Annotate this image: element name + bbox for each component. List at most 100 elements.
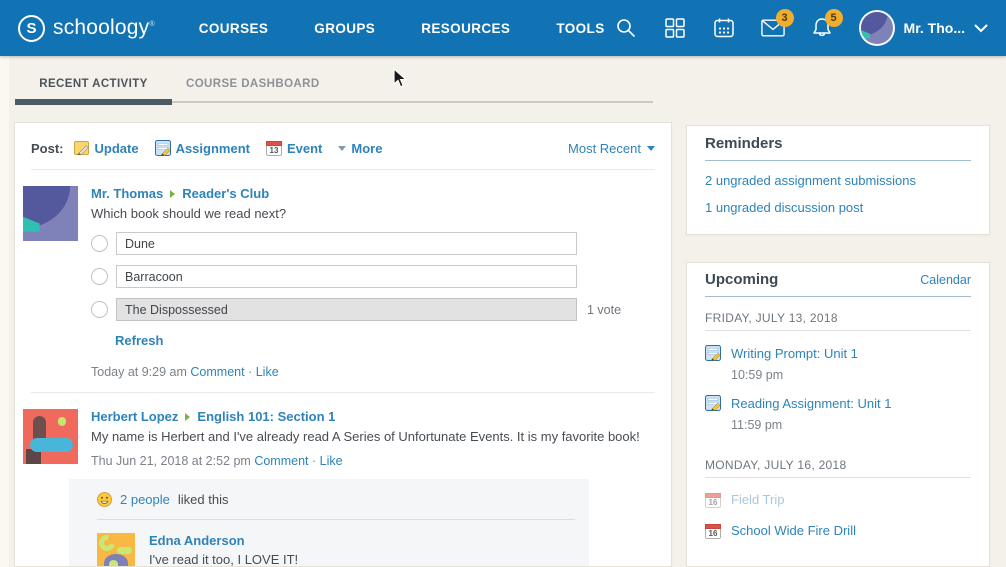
- poll-option-row: Dune: [91, 232, 655, 255]
- upcoming-title: Upcoming: [705, 271, 778, 288]
- likes-suffix: liked this: [178, 492, 229, 507]
- caret-down-icon: [338, 146, 346, 151]
- author-avatar[interactable]: [23, 186, 78, 241]
- post-more-button[interactable]: More: [338, 141, 382, 156]
- page-left-gutter: [0, 56, 9, 567]
- schoology-s-icon: S: [18, 15, 45, 42]
- event-link[interactable]: School Wide Fire Drill: [731, 523, 856, 539]
- messages-icon[interactable]: 3: [761, 16, 785, 40]
- comment-link[interactable]: Comment: [190, 365, 244, 379]
- poll-option[interactable]: The Dispossessed: [116, 298, 577, 321]
- post-toolbar: Post: Update Assignment 13 Event More Mo…: [15, 123, 671, 169]
- assignment-icon: [155, 140, 171, 156]
- schoology-app: S schoology® COURSES GROUPS RESOURCES TO…: [0, 0, 1006, 567]
- reminders-title: Reminders: [705, 135, 971, 152]
- messages-badge: 3: [776, 9, 794, 27]
- event-calendar-icon: 13: [266, 140, 282, 156]
- brand-name: schoology®: [53, 16, 155, 40]
- event-link[interactable]: Field Trip: [731, 492, 784, 508]
- menu-resources[interactable]: RESOURCES: [421, 21, 510, 36]
- tab-course-dashboard[interactable]: COURSE DASHBOARD: [186, 78, 320, 90]
- poll-option-radio[interactable]: [91, 235, 108, 252]
- commenter-link[interactable]: Edna Anderson: [149, 533, 245, 548]
- breadcrumb-arrow-icon: [185, 413, 190, 421]
- account-menu[interactable]: Mr. Tho...: [859, 10, 988, 46]
- calendar-icon[interactable]: [712, 16, 736, 40]
- divider: [705, 160, 971, 161]
- menu-tools[interactable]: TOOLS: [556, 21, 604, 36]
- divider: [705, 330, 971, 331]
- post-event-button[interactable]: 13 Event: [266, 140, 322, 156]
- comment-thread: 2 people liked this Edna Anderson I've r…: [69, 479, 589, 567]
- poll-vote-count: 1 vote: [587, 303, 621, 317]
- course-link[interactable]: English 101: Section 1: [197, 409, 335, 424]
- activity-feed: Post: Update Assignment 13 Event More Mo…: [14, 122, 672, 567]
- post-assignment-button[interactable]: Assignment: [155, 140, 250, 156]
- event-link[interactable]: Reading Assignment: Unit 1: [731, 396, 891, 411]
- notifications-badge: 5: [825, 9, 843, 27]
- search-icon[interactable]: [614, 16, 638, 40]
- poll-refresh-link[interactable]: Refresh: [115, 333, 163, 348]
- poll-option-row: Barracoon: [91, 265, 655, 288]
- day-header: FRIDAY, JULY 13, 2018: [705, 311, 971, 325]
- event-calendar-icon: 16: [705, 523, 721, 539]
- update-note-icon: [74, 140, 90, 156]
- user-avatar: [859, 10, 895, 46]
- ungraded-assignments-link[interactable]: 2 ungraded assignment submissions: [705, 167, 971, 194]
- likes-summary: 2 people liked this: [97, 492, 575, 507]
- upcoming-event: Reading Assignment: Unit 1 11:59 pm: [705, 395, 971, 432]
- main-menu: COURSES GROUPS RESOURCES TOOLS: [199, 21, 605, 36]
- like-link[interactable]: Like: [256, 365, 279, 379]
- poll-option-radio[interactable]: [91, 268, 108, 285]
- divider: [705, 296, 971, 297]
- poll-option[interactable]: Barracoon: [116, 265, 577, 288]
- upcoming-event: Writing Prompt: Unit 1 10:59 pm: [705, 345, 971, 382]
- poll-option-radio[interactable]: [91, 301, 108, 318]
- author-link[interactable]: Herbert Lopez: [91, 409, 178, 424]
- author-link[interactable]: Mr. Thomas: [91, 186, 163, 201]
- post-timestamp: Today at 9:29 am: [91, 365, 187, 379]
- schoology-logo[interactable]: S schoology®: [18, 15, 155, 42]
- comment-link[interactable]: Comment: [254, 454, 308, 468]
- post-update-button[interactable]: Update: [74, 140, 139, 156]
- tab-recent-activity[interactable]: RECENT ACTIVITY: [15, 78, 172, 90]
- upcoming-event: 16 Field Trip: [705, 492, 971, 508]
- caret-down-icon: [647, 146, 655, 151]
- post-meta: Today at 9:29 am Comment · Like: [91, 365, 655, 379]
- like-link[interactable]: Like: [320, 454, 343, 468]
- mouse-cursor: [393, 68, 408, 94]
- top-navbar: S schoology® COURSES GROUPS RESOURCES TO…: [0, 0, 1006, 56]
- breadcrumb-arrow-icon: [170, 190, 175, 198]
- post-meta: Thu Jun 21, 2018 at 2:52 pm Comment · Li…: [91, 454, 655, 468]
- chevron-down-icon: [974, 24, 988, 33]
- poll-option[interactable]: Dune: [116, 232, 577, 255]
- assignment-icon: [705, 345, 721, 361]
- event-link[interactable]: Writing Prompt: Unit 1: [731, 346, 858, 361]
- navbar-right: 3 5 Mr. Tho...: [614, 10, 988, 46]
- svg-text:13: 13: [270, 146, 279, 155]
- post-header: Mr. Thomas Reader's Club: [91, 186, 655, 201]
- poll-question: Which book should we read next?: [91, 205, 655, 222]
- divider: [705, 477, 971, 478]
- user-name: Mr. Tho...: [904, 20, 965, 36]
- calendar-link[interactable]: Calendar: [920, 273, 971, 287]
- post-body: My name is Herbert and I've already read…: [91, 428, 655, 445]
- upcoming-event: 16 School Wide Fire Drill: [705, 523, 971, 539]
- menu-groups[interactable]: GROUPS: [314, 21, 375, 36]
- tab-underline: [15, 99, 653, 105]
- ungraded-discussion-link[interactable]: 1 ungraded discussion post: [705, 194, 971, 221]
- notifications-bell-icon[interactable]: 5: [810, 16, 834, 40]
- app-grid-icon[interactable]: [663, 16, 687, 40]
- menu-courses[interactable]: COURSES: [199, 21, 269, 36]
- comment-item: Edna Anderson I've read it too, I LOVE I…: [97, 532, 575, 567]
- post-poll: Mr. Thomas Reader's Club Which book shou…: [15, 170, 671, 379]
- divider: [97, 519, 575, 520]
- sort-dropdown[interactable]: Most Recent: [568, 141, 655, 156]
- event-calendar-icon: 16: [705, 492, 721, 508]
- commenter-avatar[interactable]: [97, 533, 135, 567]
- likers-link[interactable]: 2 people: [120, 492, 170, 507]
- assignment-icon: [705, 395, 721, 411]
- day-header: MONDAY, JULY 16, 2018: [705, 458, 971, 472]
- author-avatar[interactable]: [23, 409, 78, 464]
- course-link[interactable]: Reader's Club: [182, 186, 269, 201]
